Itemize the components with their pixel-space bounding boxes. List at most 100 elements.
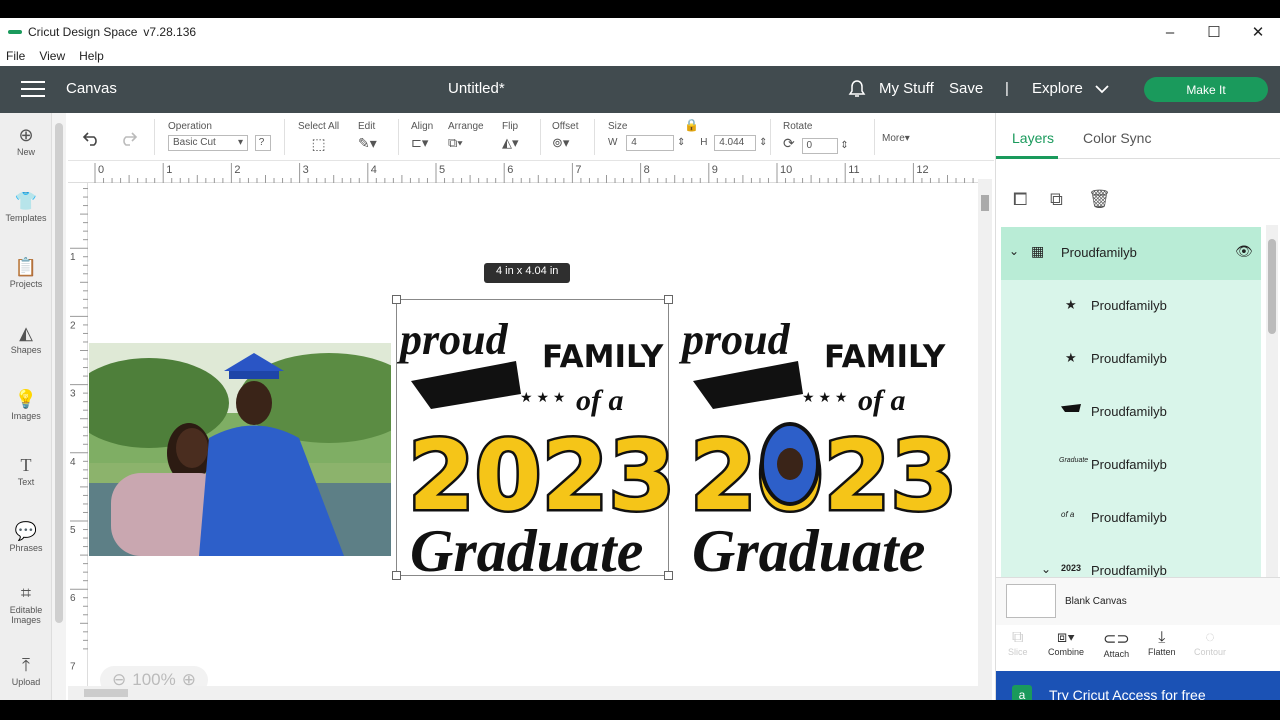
canvas-horizontal-scrollbar[interactable] <box>68 686 978 700</box>
explore-dropdown[interactable]: Explore <box>1032 80 1083 97</box>
graduation-photo[interactable] <box>89 343 391 556</box>
width-spinner-icon[interactable]: ⇕ <box>677 137 685 148</box>
make-it-button[interactable]: Make It <box>1144 77 1268 102</box>
height-input[interactable]: 4.044 <box>714 135 757 151</box>
app-version: v7.28.136 <box>143 25 197 39</box>
operation-select[interactable]: Basic Cut ▾ <box>168 135 248 151</box>
blank-canvas-swatch[interactable] <box>1006 584 1056 618</box>
operation-help-button[interactable]: ? <box>254 135 271 151</box>
ruler-h-label: 12 <box>916 164 928 176</box>
my-stuff-link[interactable]: My Stuff <box>879 80 934 97</box>
cricut-access-promo[interactable]: a Try Cricut Access for free <box>996 671 1280 700</box>
save-button[interactable]: Save <box>949 80 983 97</box>
minimize-button[interactable]: – <box>1148 18 1192 46</box>
sidebar-item-shapes[interactable]: ◭ Shapes <box>0 323 52 355</box>
more-dropdown[interactable]: More▾ <box>882 133 910 144</box>
canvas-workspace[interactable]: 4 in x 4.04 in proud FAMILY ★ ★ ★ of a 2… <box>88 183 978 686</box>
chevron-down-icon[interactable] <box>1095 84 1109 94</box>
trash-icon[interactable]: 🗑 <box>1088 189 1111 210</box>
design-canvas[interactable]: 0 1 2 3 4 5 6 7 8 9 10 11 12 1234567 4 i… <box>68 161 978 686</box>
flatten-icon: ⤓ <box>1158 629 1166 646</box>
edit-group[interactable]: Edit ✎▾ <box>358 121 377 152</box>
arrange-group[interactable]: Arrange ⧉▾ <box>448 121 484 151</box>
ruler-h-label: 9 <box>712 164 718 176</box>
width-input[interactable]: 4 <box>626 135 675 151</box>
tab-color-sync[interactable]: Color Sync <box>1083 130 1151 146</box>
sidebar-item-text[interactable]: T Text <box>0 455 52 487</box>
proud-family-design-with-photo[interactable]: proud FAMILY ★ ★ ★ of a 2023 Graduate <box>678 299 958 576</box>
tab-layers[interactable]: Layers <box>1012 130 1054 146</box>
ruler-v-label: 6 <box>70 593 76 604</box>
sidebar-item-templates[interactable]: 👕 Templates <box>0 191 52 223</box>
align-icon: ⊏▾ <box>411 135 429 150</box>
sidebar-item-editable-images[interactable]: ⌗ Editable Images <box>0 583 52 625</box>
layers-scrollbar[interactable] <box>1266 225 1278 577</box>
text-t-icon: T <box>20 455 32 475</box>
flip-group[interactable]: Flip ◭▾ <box>502 121 519 151</box>
layer-row[interactable]: of a Proudfamilyb <box>1001 492 1261 545</box>
height-spinner-icon[interactable]: ⇕ <box>759 137 767 148</box>
duplicate-icon[interactable]: ⧉ <box>1050 189 1063 210</box>
attach-button[interactable]: ⊂⊃ Attach <box>1103 629 1130 659</box>
offset-group[interactable]: Offset ⊚▾ <box>552 121 579 151</box>
ruler-h-label: 5 <box>439 164 445 176</box>
close-button[interactable]: ✕ <box>1236 18 1280 46</box>
eye-icon[interactable]: 👁 <box>1235 243 1253 260</box>
layer-row[interactable]: ★ Proudfamilyb <box>1001 280 1261 333</box>
layer-group-row[interactable]: ⌄ ▦ Proudfamilyb 👁 <box>1001 227 1261 280</box>
notification-bell-icon[interactable] <box>848 79 866 99</box>
sidebar-item-phrases[interactable]: 💬 Phrases <box>0 521 52 553</box>
flatten-button[interactable]: ⤓ Flatten <box>1148 629 1176 657</box>
zoom-out-icon[interactable]: ⊖ <box>112 670 126 686</box>
rotate-spinner-icon[interactable]: ⇕ <box>840 140 848 151</box>
chevron-down-icon[interactable]: ⌄ <box>1009 244 1019 258</box>
canvas-vertical-scrollbar[interactable] <box>978 179 992 700</box>
speech-bubble-icon: 💬 <box>14 521 38 541</box>
rotate-icon[interactable]: ⟳ <box>783 135 795 151</box>
shapes-icon: ◭ <box>19 323 33 343</box>
sidebar-item-images[interactable]: 💡 Images <box>0 389 52 421</box>
menu-file[interactable]: File <box>6 49 25 63</box>
lock-icon[interactable]: 🔒 <box>684 118 699 132</box>
rotate-input[interactable]: 0 <box>801 138 838 154</box>
ruler-v-label: 4 <box>70 457 76 468</box>
layer-row[interactable]: Proudfamilyb <box>1001 386 1261 439</box>
operation-group: Operation Basic Cut ▾ ? <box>168 121 271 151</box>
ruler-v-label: 3 <box>70 389 76 400</box>
layer-group-row[interactable]: ⌄ 2023 Proudfamilyb <box>1001 545 1261 577</box>
sidebar-item-new[interactable]: ⊕ New <box>0 125 52 157</box>
contour-button[interactable]: ◌ Contour <box>1194 629 1226 657</box>
sidebar-item-projects[interactable]: 📋 Projects <box>0 257 52 289</box>
ruler-h-label: 8 <box>644 164 650 176</box>
maximize-button[interactable]: ☐ <box>1192 18 1236 46</box>
layer-thumb-icon: ▦ <box>1031 243 1045 259</box>
align-group[interactable]: Align ⊏▾ <box>411 121 433 151</box>
layers-panel: Layers Color Sync ⧠ ⧉ 🗑 ⌄ ▦ Proudfamilyb… <box>995 113 1280 700</box>
undo-icon[interactable] <box>82 130 102 146</box>
combine-button[interactable]: ⧈▾ Combine <box>1048 629 1084 657</box>
sidebar-item-upload[interactable]: ⤒ Upload <box>0 655 52 687</box>
zoom-in-icon[interactable]: ⊕ <box>182 670 196 686</box>
menu-help[interactable]: Help <box>79 49 104 63</box>
ruler-v-label: 2 <box>70 320 76 331</box>
ruler-v-label: 5 <box>70 525 76 536</box>
ruler-h-label: 1 <box>166 164 172 176</box>
redo-icon[interactable] <box>118 130 138 146</box>
sidebar-scrollbar[interactable] <box>52 113 66 700</box>
layer-row[interactable]: Graduate Proudfamilyb <box>1001 439 1261 492</box>
select-all-group[interactable]: Select All ⬚ <box>298 121 339 153</box>
ruler-v-label: 1 <box>70 252 76 263</box>
family-text: FAMILY <box>824 339 946 375</box>
lightbulb-icon: 💡 <box>14 389 38 409</box>
layer-row[interactable]: ★ Proudfamilyb <box>1001 333 1261 386</box>
header-divider: | <box>1005 80 1009 97</box>
group-icon[interactable]: ⧠ <box>1013 189 1027 210</box>
slice-button[interactable]: ⧉ Slice <box>1008 629 1028 657</box>
blank-canvas-row[interactable]: Blank Canvas <box>996 577 1280 625</box>
year-text: 2023 <box>690 420 957 532</box>
hamburger-menu-icon[interactable] <box>21 81 45 97</box>
chevron-down-icon[interactable]: ⌄ <box>1041 562 1051 576</box>
proud-family-design-selected[interactable]: proud FAMILY ★ ★ ★ of a 2023 Graduate <box>396 299 671 576</box>
graduate-text: Graduate <box>410 518 643 576</box>
menu-view[interactable]: View <box>39 49 65 63</box>
